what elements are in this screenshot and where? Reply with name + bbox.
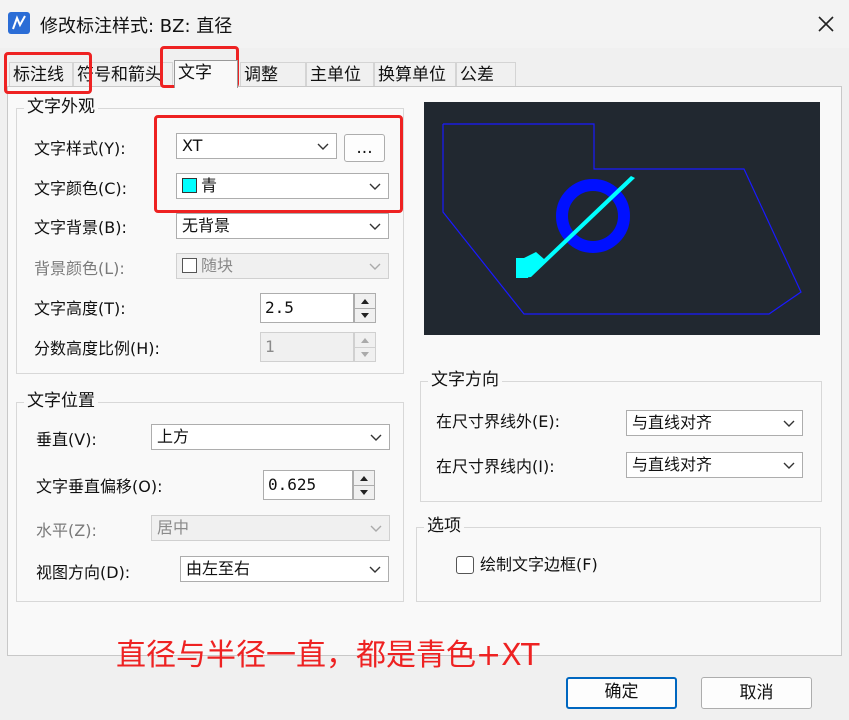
horizontal-label: 水平(Z):: [36, 521, 97, 540]
horizontal-select[interactable]: 居中: [151, 515, 390, 541]
draw-frame-label[interactable]: 绘制文字边框(F): [480, 554, 598, 576]
text-height-stepper[interactable]: [354, 293, 376, 323]
tab-tolerances[interactable]: 公差: [456, 62, 516, 86]
chevron-down-icon: [782, 414, 796, 430]
stepper-up-icon[interactable]: [355, 294, 375, 308]
chevron-down-icon: [368, 257, 382, 273]
tab-fit[interactable]: 调整: [240, 62, 306, 86]
tab-primary-units[interactable]: 主单位: [306, 62, 374, 86]
chevron-down-icon: [368, 217, 382, 233]
inside-extension-label: 在尺寸界线内(I):: [436, 457, 555, 476]
fill-color-value: 无背景: [182, 216, 231, 235]
vertical-offset-label: 文字垂直偏移(O):: [36, 477, 163, 496]
close-button[interactable]: [812, 10, 840, 38]
fraction-height-scale-label: 分数高度比例(H):: [34, 339, 160, 358]
stepper-up-icon[interactable]: [354, 471, 374, 485]
text-alignment-group: [420, 381, 822, 502]
ok-button[interactable]: 确定: [566, 677, 677, 709]
fraction-height-scale-stepper[interactable]: [354, 332, 376, 362]
outside-extension-select[interactable]: 与直线对齐: [626, 410, 803, 436]
tab-alternate-units[interactable]: 换算单位: [374, 62, 456, 86]
stepper-down-icon[interactable]: [355, 308, 375, 322]
annotation-note: 直径与半径一直，都是青色+XT: [116, 638, 540, 673]
vertical-select[interactable]: 上方: [151, 424, 390, 450]
fill-color-select[interactable]: 无背景: [176, 213, 389, 239]
app-icon: [8, 12, 30, 34]
inside-extension-select[interactable]: 与直线对齐: [626, 452, 803, 478]
close-icon: [818, 16, 834, 32]
text-appearance-title: 文字外观: [24, 97, 98, 117]
fraction-height-scale-input[interactable]: 1: [260, 332, 354, 362]
background-color-label: 背景颜色(L):: [34, 259, 125, 278]
chevron-down-icon: [782, 456, 796, 472]
view-direction-label: 视图方向(D):: [36, 563, 131, 582]
outside-extension-value: 与直线对齐: [632, 413, 713, 432]
view-direction-value: 由左至右: [186, 559, 251, 578]
vertical-label: 垂直(V):: [36, 430, 97, 449]
tab-text[interactable]: 文字: [174, 60, 238, 88]
chevron-down-icon: [369, 519, 383, 535]
cancel-button[interactable]: 取消: [701, 677, 812, 709]
fill-color-label: 文字背景(B):: [34, 218, 127, 237]
background-color-select[interactable]: 随块: [176, 253, 389, 279]
chevron-down-icon: [368, 560, 382, 576]
options-title: 选项: [424, 516, 464, 536]
options-group: [416, 527, 821, 602]
chevron-down-icon: [369, 428, 383, 444]
stepper-up-icon[interactable]: [355, 333, 375, 347]
highlight-box-tab-lines: [4, 52, 92, 94]
vertical-value: 上方: [157, 427, 190, 446]
preview-canvas: [424, 102, 820, 335]
text-height-label: 文字高度(T):: [34, 299, 126, 318]
text-height-input[interactable]: 2.5: [260, 293, 354, 323]
view-direction-select[interactable]: 由左至右: [180, 556, 389, 582]
highlight-box-style-color: [154, 115, 403, 213]
white-swatch: [182, 258, 197, 273]
outside-extension-label: 在尺寸界线外(E):: [436, 412, 560, 431]
stepper-down-icon[interactable]: [355, 347, 375, 361]
text-style-label: 文字样式(Y):: [34, 139, 126, 158]
stepper-down-icon[interactable]: [354, 485, 374, 499]
inside-extension-value: 与直线对齐: [632, 455, 713, 474]
window-title: 修改标注样式: BZ: 直径: [40, 16, 233, 37]
text-alignment-title: 文字方向: [428, 370, 502, 390]
horizontal-value: 居中: [157, 518, 190, 537]
vertical-offset-input[interactable]: 0.625: [263, 470, 353, 500]
text-color-label: 文字颜色(C):: [34, 179, 128, 198]
vertical-offset-stepper[interactable]: [353, 470, 375, 500]
background-color-value: 随块: [201, 256, 234, 275]
draw-frame-checkbox[interactable]: [456, 556, 474, 574]
text-position-title: 文字位置: [24, 391, 98, 411]
